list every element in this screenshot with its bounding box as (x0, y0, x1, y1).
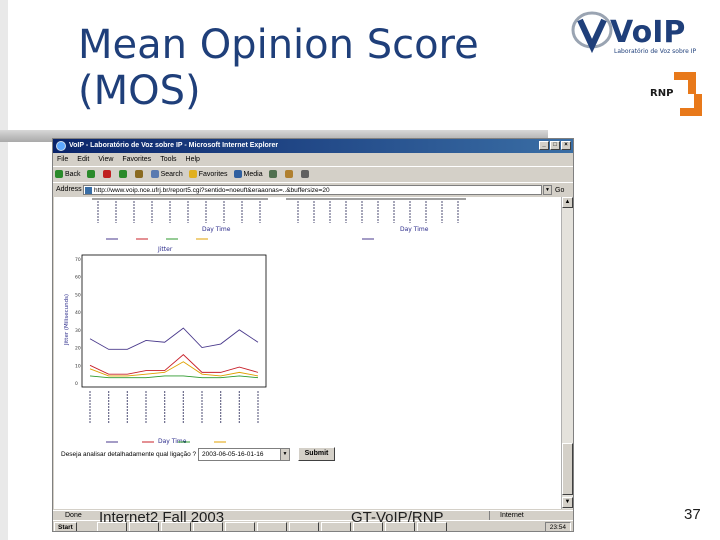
forward-arrow-icon (86, 170, 95, 179)
jitter-ytick-label: 50 (75, 292, 81, 298)
menu-edit[interactable]: Edit (77, 154, 89, 165)
ie-logo-icon (56, 141, 66, 151)
media-icon (233, 170, 242, 179)
taskbar-item[interactable] (321, 522, 351, 531)
submit-button[interactable]: Submit (298, 447, 335, 461)
address-bar: Address http://www.voip.nce.ufrj.br/repo… (53, 182, 573, 196)
jitter-ytick-label: 30 (75, 328, 81, 334)
call-select-row: Deseja analisar detalhadamente qual liga… (54, 441, 454, 463)
standard-toolbar: Back Search Favorites Media (53, 166, 573, 181)
scroll-down-arrow-icon[interactable]: ▼ (562, 497, 573, 508)
charts-area: Day Time Day Time Jitter Jitter (Milisec… (64, 198, 466, 445)
address-url: http://www.voip.nce.ufrj.br/report5.cgi?… (94, 187, 330, 194)
go-button[interactable]: Go (555, 184, 564, 198)
chevron-down-icon[interactable]: ▼ (280, 449, 289, 460)
call-select-dropdown[interactable]: 2003-06-05-16-01-16 ▼ (198, 448, 290, 461)
history-icon (268, 170, 277, 179)
mail-button[interactable] (284, 167, 295, 181)
page-icon (85, 187, 92, 194)
voip-logo-text: VoIP (610, 15, 685, 50)
close-button[interactable]: × (561, 141, 571, 150)
voip-logo-subtitle: Laboratório de Voz sobre IP (614, 48, 696, 55)
taskbar-item[interactable] (225, 522, 255, 531)
forward-button[interactable] (86, 167, 97, 181)
rnp-logo: RNP (648, 66, 706, 122)
jitter-chart-ylabel: Jitter (Milisecunds) (64, 294, 70, 346)
page-number: 37 (684, 506, 701, 523)
back-button[interactable]: Back (55, 167, 81, 181)
call-select-value: 2003-06-05-16-01-16 (202, 451, 264, 458)
voip-logo: VoIP Laboratório de Voz sobre IP (571, 11, 696, 55)
jitter-ytick-label: 40 (75, 310, 81, 316)
slide-title: Mean Opinion Score (MOS) (78, 22, 479, 114)
jitter-ytick-label: 20 (75, 346, 81, 352)
menu-file[interactable]: File (57, 154, 68, 165)
menu-favorites[interactable]: Favorites (122, 154, 151, 165)
window-titlebar: VoIP - Laboratório de Voz sobre IP - Mic… (53, 139, 573, 153)
stop-button[interactable] (102, 167, 113, 181)
rnp-logo-text: RNP (650, 88, 673, 99)
ie-window-screenshot: VoIP - Laboratório de Voz sobre IP - Mic… (52, 138, 574, 532)
jitter-legend (106, 441, 226, 443)
search-button[interactable]: Search (150, 167, 183, 181)
top-chart-left-xlabel: Day Time (202, 226, 231, 233)
home-button[interactable] (134, 167, 145, 181)
back-arrow-icon (55, 170, 63, 179)
media-button[interactable]: Media (233, 167, 263, 181)
home-icon (134, 170, 143, 179)
scroll-up-arrow-icon[interactable]: ▲ (562, 197, 573, 208)
footer-conference: Internet2 Fall 2003 (99, 509, 225, 526)
slide-left-strip (0, 0, 8, 540)
vertical-scrollbar[interactable]: ▲ ▼ (561, 197, 573, 509)
menu-view[interactable]: View (98, 154, 113, 165)
maximize-button[interactable]: □ (550, 141, 560, 150)
star-icon (188, 170, 197, 179)
print-button[interactable] (300, 167, 311, 181)
top-chart-right: Day Time (286, 198, 466, 240)
stop-icon (102, 170, 111, 179)
top-chart-right-xlabel: Day Time (400, 226, 429, 233)
address-input[interactable]: http://www.voip.nce.ufrj.br/report5.cgi?… (83, 185, 542, 195)
minimize-button[interactable]: _ (539, 141, 549, 150)
jitter-ytick-label: 60 (75, 275, 81, 281)
voip-logo-v-icon (577, 18, 607, 54)
scroll-thumb[interactable] (562, 443, 573, 495)
taskbar-item[interactable] (257, 522, 287, 531)
menu-bar: File Edit View Favorites Tools Help (53, 154, 573, 165)
refresh-icon (118, 170, 127, 179)
jitter-ytick-label: 70 (75, 257, 81, 263)
page-content: Day Time Day Time Jitter Jitter (Milisec… (54, 197, 561, 509)
jitter-chart: Jitter Jitter (Milisecunds) 0 10 20 30 40 50 6… (64, 246, 267, 445)
history-button[interactable] (268, 167, 279, 181)
favorites-button[interactable]: Favorites (188, 167, 228, 181)
mail-icon (284, 170, 293, 179)
address-label: Address (56, 186, 82, 193)
footer-group: GT-VoIP/RNP (351, 509, 444, 526)
taskbar-item[interactable] (289, 522, 319, 531)
system-tray-clock: 23:54 (544, 522, 571, 531)
window-title: VoIP - Laboratório de Voz sobre IP - Mic… (69, 142, 279, 149)
refresh-button[interactable] (118, 167, 129, 181)
top-chart-left: Day Time (92, 198, 268, 240)
printer-icon (300, 170, 309, 179)
jitter-ytick-label: 0 (75, 381, 78, 387)
menu-tools[interactable]: Tools (160, 154, 176, 165)
menu-help[interactable]: Help (186, 154, 200, 165)
jitter-chart-title: Jitter (157, 246, 173, 253)
search-icon (150, 170, 159, 179)
call-select-label: Deseja analisar detalhadamente qual liga… (61, 451, 197, 458)
start-button[interactable]: Start (54, 522, 77, 531)
address-dropdown-button[interactable]: ▼ (543, 185, 552, 195)
jitter-ytick-label: 10 (75, 363, 81, 369)
